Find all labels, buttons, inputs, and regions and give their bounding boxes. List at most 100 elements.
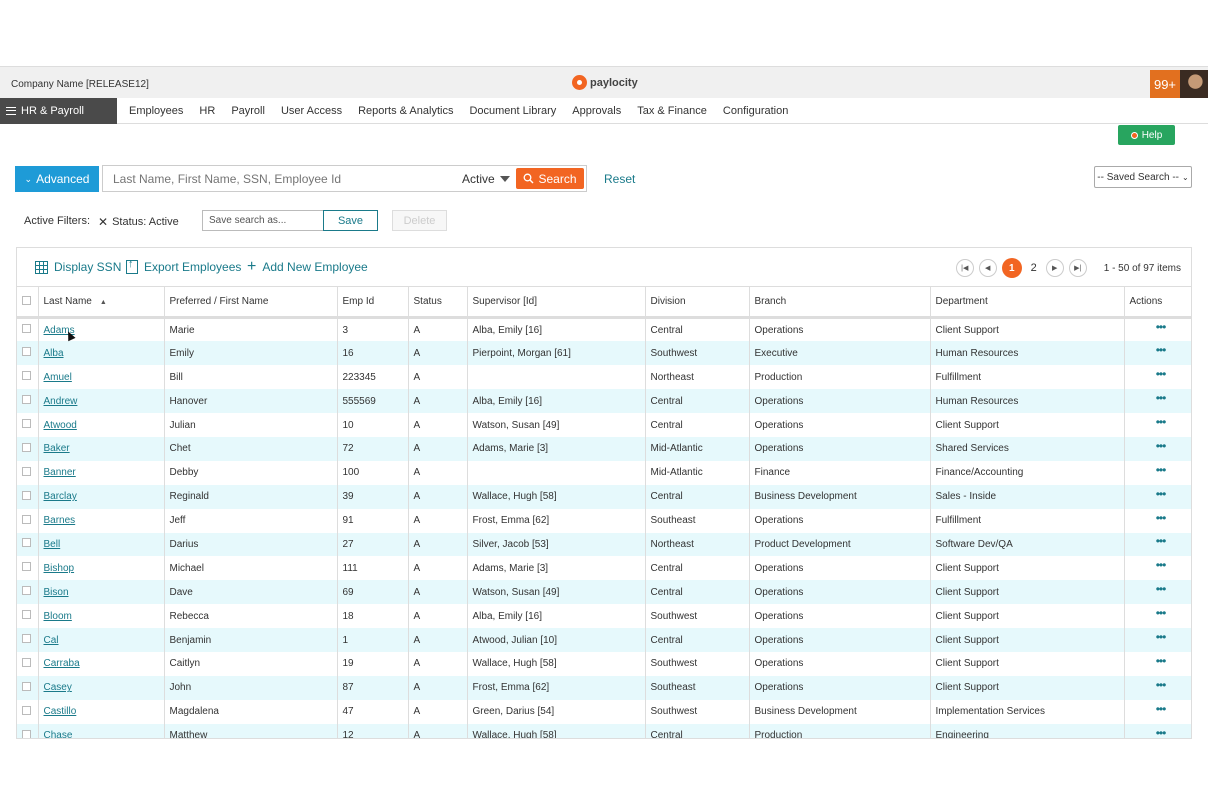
employee-link[interactable]: Amuel [44, 372, 72, 383]
employee-link[interactable]: Barnes [44, 515, 76, 526]
more-actions-icon[interactable]: ••• [1156, 582, 1167, 596]
row-checkbox[interactable] [22, 729, 31, 738]
table-row[interactable]: Baker Chet 72 A Adams, Marie [3] Mid-Atlantic… [17, 436, 1191, 461]
col-emp-id[interactable]: Emp Id [337, 286, 409, 319]
employee-link[interactable]: Atwood [44, 420, 77, 431]
more-actions-icon[interactable]: ••• [1156, 415, 1167, 429]
row-checkbox[interactable] [22, 634, 31, 644]
table-row[interactable]: Bloom Rebecca 18 A Alba, Emily [16] Southwest… [17, 604, 1191, 629]
table-row[interactable]: Bison Dave 69 A Watson, Susan [49] Central Ope… [17, 580, 1191, 605]
more-actions-icon[interactable]: ••• [1156, 606, 1167, 620]
nav-item[interactable]: Configuration [723, 105, 788, 117]
close-icon[interactable]: ✕ [98, 215, 108, 229]
col-branch[interactable]: Branch [749, 286, 931, 319]
employee-link[interactable]: Alba [44, 348, 64, 359]
nav-item[interactable]: Approvals [572, 105, 621, 117]
table-row[interactable]: Cal Benjamin 1 A Atwood, Julian [10] Central O… [17, 628, 1191, 652]
more-actions-icon[interactable]: ••• [1156, 367, 1167, 381]
table-row[interactable]: Alba Emily 16 A Pierpoint, Morgan [61] Southw… [17, 341, 1191, 366]
table-row[interactable]: Casey John 87 A Frost, Emma [62] Southeast Ope… [17, 675, 1191, 700]
row-checkbox[interactable] [22, 419, 31, 428]
export-employees-button[interactable]: Export Employees [126, 258, 241, 274]
more-actions-icon[interactable]: ••• [1156, 726, 1167, 738]
search-input[interactable] [103, 166, 453, 191]
table-row[interactable]: Barnes Jeff 91 A Frost, Emma [62] Southeast Op… [17, 508, 1191, 533]
employee-link[interactable]: Bison [44, 587, 69, 598]
advanced-search-button[interactable]: ⌄ Advanced [15, 166, 99, 192]
table-row[interactable]: Adams Marie 3 A Alba, Emily [16] Central Opera… [17, 317, 1191, 342]
select-all-checkbox[interactable] [22, 295, 31, 305]
search-button[interactable]: Search [516, 168, 584, 189]
employee-link[interactable]: Carraba [44, 658, 80, 669]
row-checkbox[interactable] [22, 466, 31, 476]
more-actions-icon[interactable]: ••• [1156, 654, 1167, 668]
more-actions-icon[interactable]: ••• [1156, 463, 1167, 477]
row-checkbox[interactable] [22, 681, 31, 691]
first-page-icon[interactable]: |◀ [955, 259, 974, 277]
employee-link[interactable]: Cal [44, 635, 59, 646]
more-actions-icon[interactable]: ••• [1156, 534, 1167, 548]
delete-button[interactable]: Delete [392, 210, 447, 231]
table-row[interactable]: Amuel Bill 223345 A Northeast Production Fulfi… [17, 365, 1191, 390]
table-row[interactable]: Atwood Julian 10 A Watson, Susan [49] Central… [17, 413, 1191, 437]
row-checkbox[interactable] [22, 538, 31, 548]
status-select[interactable]: Active [462, 172, 510, 186]
employee-link[interactable]: Banner [44, 467, 76, 478]
next-page-icon[interactable]: ▶ [1045, 259, 1064, 277]
save-button[interactable]: Save [323, 210, 378, 231]
row-checkbox[interactable] [22, 657, 31, 667]
nav-item[interactable]: Document Library [469, 105, 556, 117]
more-actions-icon[interactable]: ••• [1156, 630, 1167, 644]
paylocity-logo[interactable]: paylocity [572, 75, 638, 90]
table-row[interactable]: Banner Debby 100 A Mid-Atlantic Finance Financ… [17, 460, 1191, 485]
row-checkbox[interactable] [22, 347, 31, 357]
add-employee-button[interactable]: + Add New Employee [247, 259, 368, 275]
col-division[interactable]: Division [645, 286, 750, 319]
table-row[interactable]: Barclay Reginald 39 A Wallace, Hugh [58] Cent… [17, 484, 1191, 509]
filter-chip-status[interactable]: ✕ Status: Active [98, 215, 179, 229]
nav-item[interactable]: Reports & Analytics [358, 105, 453, 117]
more-actions-icon[interactable]: ••• [1156, 320, 1167, 334]
col-first-name[interactable]: Preferred / First Name [164, 286, 338, 319]
table-row[interactable]: Bell Darius 27 A Silver, Jacob [53] Northeast… [17, 532, 1191, 557]
row-checkbox[interactable] [22, 395, 31, 405]
more-actions-icon[interactable]: ••• [1156, 487, 1167, 501]
more-actions-icon[interactable]: ••• [1156, 678, 1167, 692]
more-actions-icon[interactable]: ••• [1156, 558, 1167, 572]
last-page-icon[interactable]: ▶| [1068, 259, 1087, 277]
row-checkbox[interactable] [22, 562, 31, 572]
col-last-name[interactable]: Last Name ▲ [38, 286, 165, 319]
table-row[interactable]: Castillo Magdalena 47 A Green, Darius [54] So… [17, 699, 1191, 724]
employee-link[interactable]: Chase [44, 730, 73, 738]
table-row[interactable]: Chase Matthew 12 A Wallace, Hugh [58] Central… [17, 723, 1191, 738]
row-checkbox[interactable] [22, 586, 31, 596]
more-actions-icon[interactable]: ••• [1156, 391, 1167, 405]
notifications-badge[interactable]: 99+ [1150, 70, 1180, 99]
row-checkbox[interactable] [22, 514, 31, 524]
row-checkbox[interactable] [22, 324, 31, 334]
avatar[interactable] [1180, 70, 1208, 99]
row-checkbox[interactable] [22, 371, 31, 381]
display-ssn-button[interactable]: Display SSN [35, 260, 121, 274]
page-2[interactable]: 2 [1027, 262, 1041, 274]
more-actions-icon[interactable]: ••• [1156, 511, 1167, 525]
employee-link[interactable]: Bishop [44, 563, 75, 574]
nav-item[interactable]: User Access [281, 105, 342, 117]
prev-page-icon[interactable]: ◀ [978, 259, 997, 277]
row-checkbox[interactable] [22, 442, 31, 452]
employee-link[interactable]: Andrew [44, 396, 78, 407]
module-switcher[interactable]: HR & Payroll [0, 98, 117, 124]
reset-link[interactable]: Reset [604, 172, 635, 186]
row-checkbox[interactable] [22, 705, 31, 715]
employee-link[interactable]: Castillo [44, 706, 77, 717]
table-row[interactable]: Bishop Michael 111 A Adams, Marie [3] Central… [17, 556, 1191, 581]
nav-item[interactable]: HR [199, 105, 215, 117]
page-current[interactable]: 1 [1001, 258, 1022, 278]
more-actions-icon[interactable]: ••• [1156, 439, 1167, 453]
employee-link[interactable]: Bell [44, 539, 61, 550]
col-status[interactable]: Status [408, 286, 468, 319]
employee-link[interactable]: Barclay [44, 491, 77, 502]
nav-item[interactable]: Employees [129, 105, 183, 117]
save-search-input[interactable]: Save search as... [202, 210, 324, 231]
row-checkbox[interactable] [22, 610, 31, 620]
